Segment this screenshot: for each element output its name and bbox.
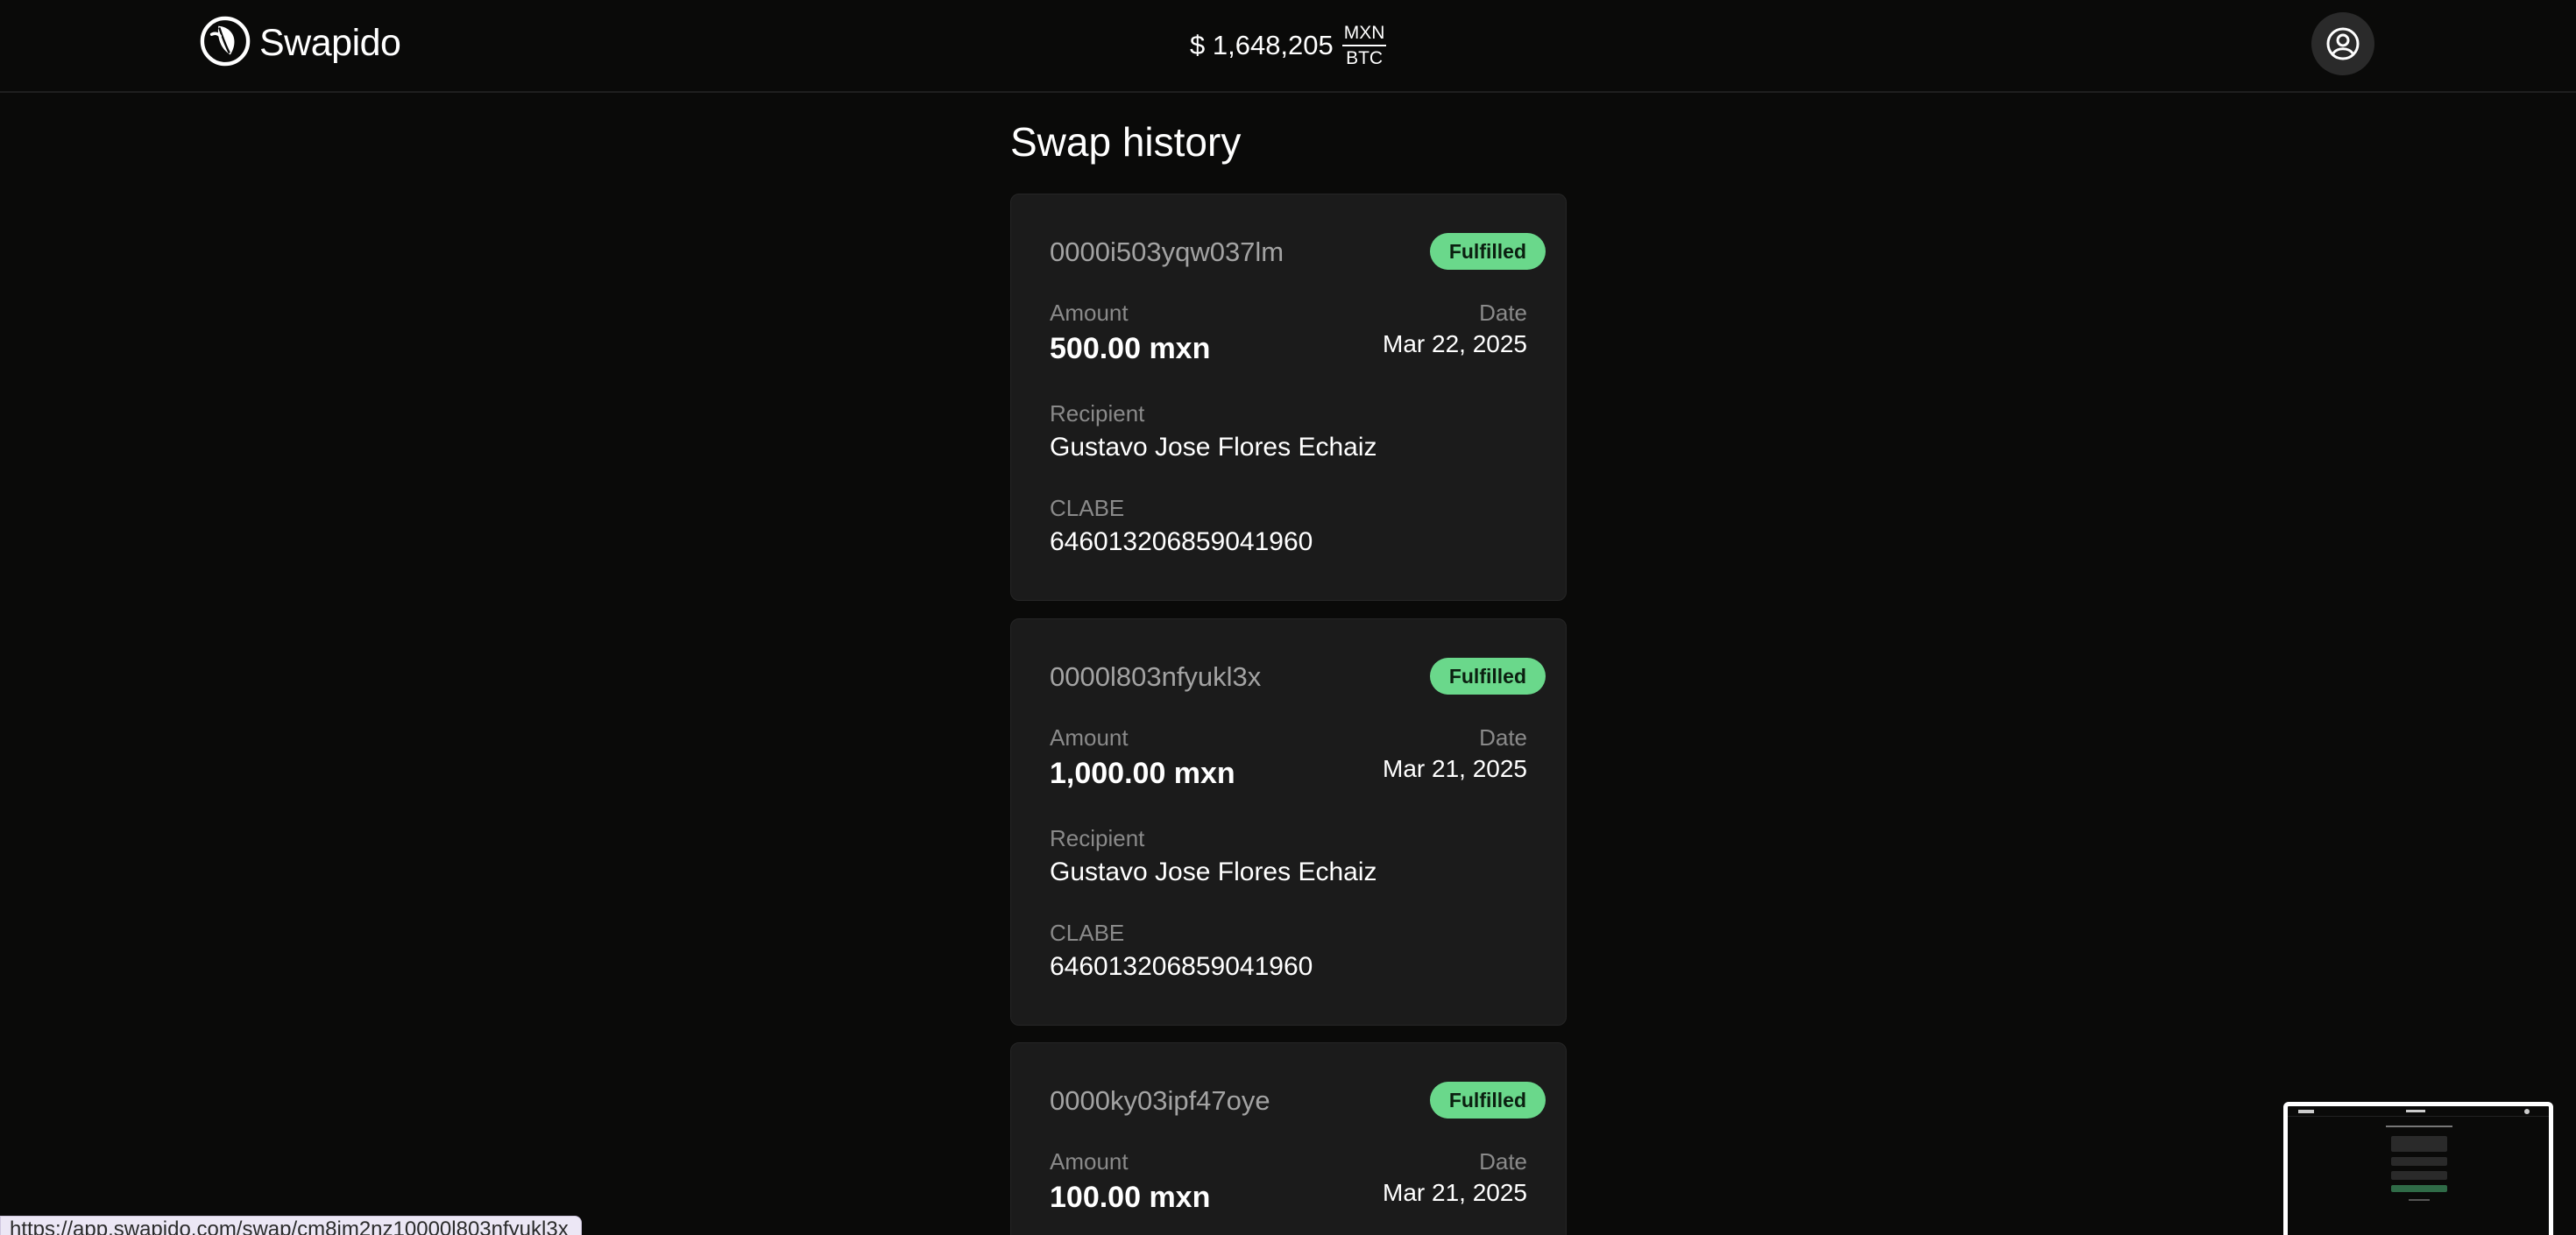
swap-card[interactable]: 0000l803nfyukl3x Fulfilled Amount 1,000.… xyxy=(1010,618,1567,1026)
currency-quote: BTC xyxy=(1346,48,1384,68)
preview-nav xyxy=(2386,1126,2452,1127)
preview-button xyxy=(2391,1185,2447,1192)
preview-avatar xyxy=(2524,1109,2530,1114)
date-label: Date xyxy=(1479,300,1527,326)
recipient-value: Gustavo Jose Flores Echaiz xyxy=(1050,433,1377,462)
profile-button[interactable] xyxy=(2311,12,2374,75)
top-bar: Swapido $ 1,648,205 MXN BTC xyxy=(0,0,2576,93)
preview-rate xyxy=(2406,1110,2425,1112)
swap-card[interactable]: 0000i503yqw037lm Fulfilled Amount 500.00… xyxy=(1010,194,1567,601)
preview-logo xyxy=(2298,1110,2314,1113)
recipient-value: Gustavo Jose Flores Echaiz xyxy=(1050,857,1377,886)
exchange-rate-display: $ 1,648,205 MXN BTC xyxy=(1190,19,1387,72)
status-badge: Fulfilled xyxy=(1429,1082,1546,1119)
preview-input xyxy=(2391,1157,2447,1166)
clabe-label: CLABE xyxy=(1050,920,1125,946)
page-title: Swap history xyxy=(1010,119,1242,165)
swapido-logo-icon xyxy=(200,16,251,71)
preview-card xyxy=(2391,1136,2447,1152)
currency-pair: MXN BTC xyxy=(1341,22,1387,69)
amount-label: Amount xyxy=(1050,300,1129,326)
brand-name: Swapido xyxy=(259,21,401,64)
page-preview-thumbnail[interactable] xyxy=(2283,1102,2553,1235)
status-badge: Fulfilled xyxy=(1429,233,1546,270)
clabe-value: 646013206859041960 xyxy=(1050,952,1313,981)
date-value: Mar 21, 2025 xyxy=(1383,755,1527,782)
date-label: Date xyxy=(1479,1148,1527,1175)
date-value: Mar 22, 2025 xyxy=(1383,330,1527,357)
user-circle-icon xyxy=(2326,27,2360,60)
amount-value: 100.00 mxn xyxy=(1050,1181,1211,1214)
recipient-label: Recipient xyxy=(1050,825,1145,851)
exchange-rate-value: $ 1,648,205 xyxy=(1190,30,1334,60)
brand-link[interactable]: Swapido xyxy=(200,16,401,71)
page: Swapido $ 1,648,205 MXN BTC Swap history… xyxy=(0,0,2576,1235)
link-status-url: https://app.swapido.com/swap/cm8im2nz100… xyxy=(0,1216,582,1235)
amount-label: Amount xyxy=(1050,724,1129,751)
currency-base: MXN xyxy=(1341,22,1387,46)
preview-input xyxy=(2391,1171,2447,1180)
swap-card[interactable]: 0000ky03ipf47oye Fulfilled Amount 100.00… xyxy=(1010,1042,1567,1235)
recipient-label: Recipient xyxy=(1050,400,1145,427)
swap-id: 0000i503yqw037lm xyxy=(1050,236,1284,267)
amount-label: Amount xyxy=(1050,1148,1129,1175)
status-badge: Fulfilled xyxy=(1429,658,1546,695)
clabe-value: 646013206859041960 xyxy=(1050,527,1313,556)
date-label: Date xyxy=(1479,724,1527,751)
swap-id: 0000l803nfyukl3x xyxy=(1050,661,1262,692)
date-value: Mar 21, 2025 xyxy=(1383,1179,1527,1206)
preview-footer xyxy=(2409,1199,2430,1201)
swap-id: 0000ky03ipf47oye xyxy=(1050,1085,1270,1116)
amount-value: 500.00 mxn xyxy=(1050,332,1211,365)
amount-value: 1,000.00 mxn xyxy=(1050,757,1235,790)
clabe-label: CLABE xyxy=(1050,495,1125,521)
